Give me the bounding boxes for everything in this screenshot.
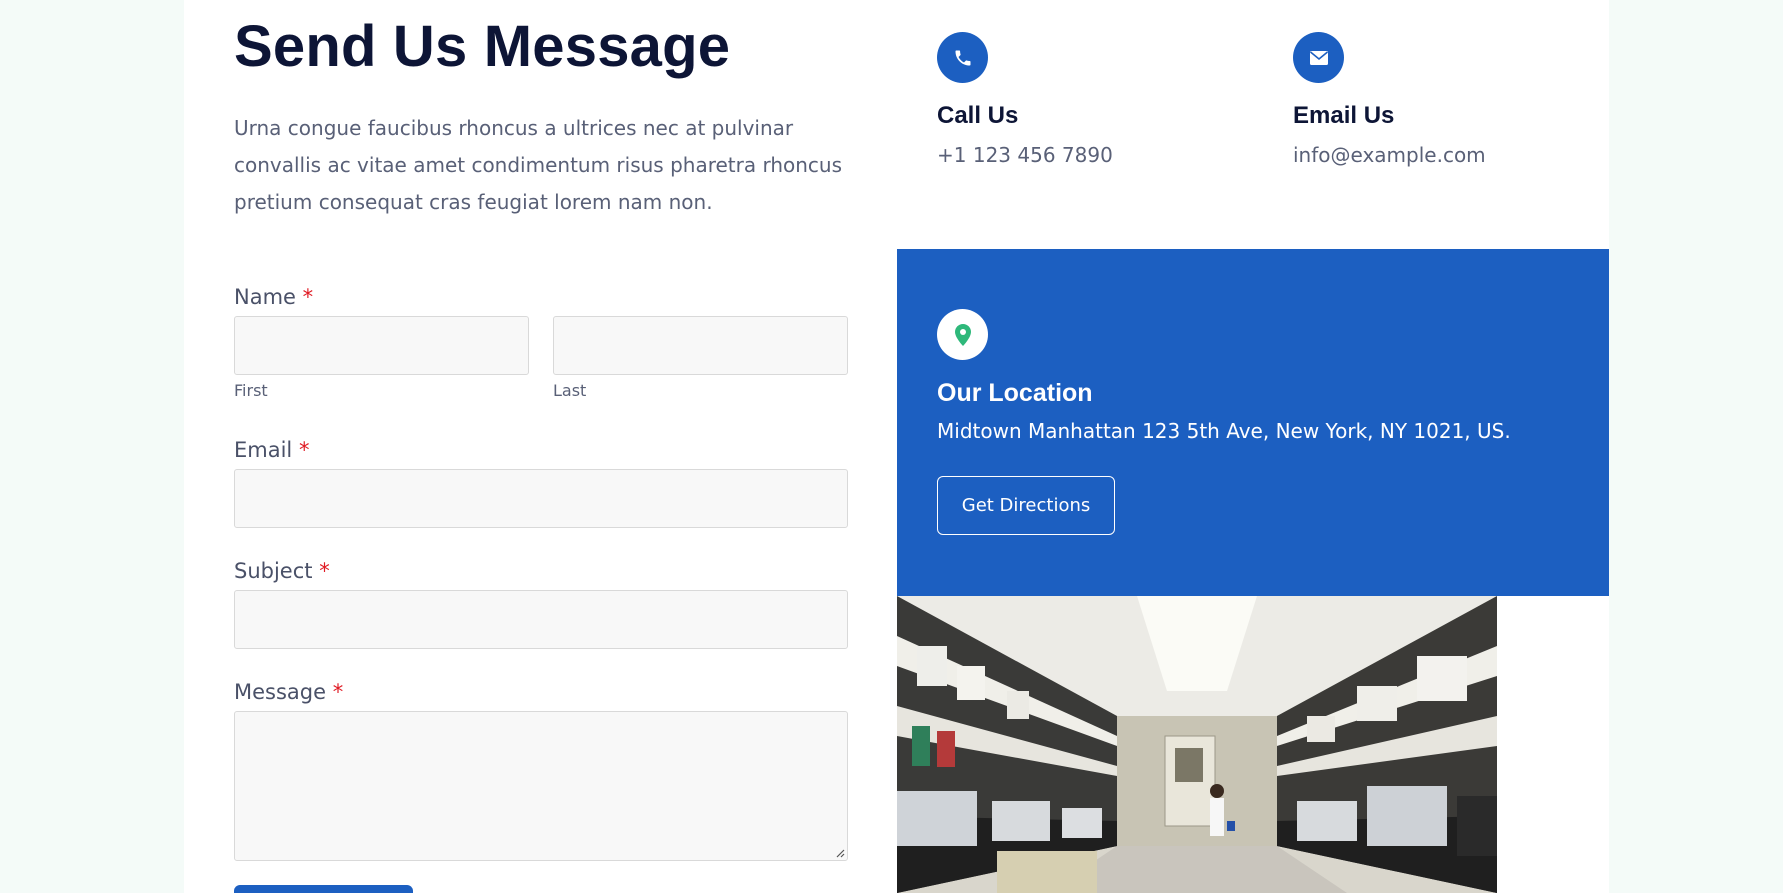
page-title: Send Us Message — [234, 14, 731, 79]
name-label: Name * — [234, 285, 314, 309]
call-us-title: Call Us — [937, 102, 1019, 129]
laboratory-image — [897, 596, 1497, 893]
email-address: info@example.com — [1293, 143, 1486, 167]
required-mark: * — [298, 438, 310, 462]
required-mark: * — [319, 559, 330, 583]
required-mark: * — [302, 285, 314, 309]
resize-handle-icon[interactable] — [835, 848, 845, 858]
submit-button[interactable] — [234, 885, 413, 893]
email-input[interactable] — [234, 469, 848, 528]
location-address: Midtown Manhattan 123 5th Ave, New York,… — [937, 419, 1511, 443]
envelope-icon — [1293, 32, 1344, 83]
email-us-title: Email Us — [1293, 102, 1395, 129]
map-pin-icon — [937, 309, 988, 360]
last-sublabel: Last — [553, 381, 587, 400]
first-sublabel: First — [234, 381, 268, 400]
intro-text: Urna congue faucibus rhoncus a ultrices … — [234, 116, 843, 214]
message-label: Message * — [234, 680, 344, 704]
email-label: Email * — [234, 438, 310, 462]
last-name-input[interactable] — [553, 316, 848, 375]
first-name-input[interactable] — [234, 316, 529, 375]
location-title: Our Location — [937, 379, 1093, 407]
required-mark: * — [332, 680, 344, 704]
message-textarea[interactable] — [234, 711, 848, 861]
contact-page: Send Us Message Urna congue faucibus rho… — [184, 0, 1609, 893]
subject-input[interactable] — [234, 590, 848, 649]
get-directions-button[interactable]: Get Directions — [937, 476, 1115, 535]
phone-icon — [937, 32, 988, 83]
subject-label: Subject * — [234, 559, 330, 583]
phone-number: +1 123 456 7890 — [937, 143, 1113, 167]
location-card: Our Location Midtown Manhattan 123 5th A… — [897, 249, 1609, 596]
